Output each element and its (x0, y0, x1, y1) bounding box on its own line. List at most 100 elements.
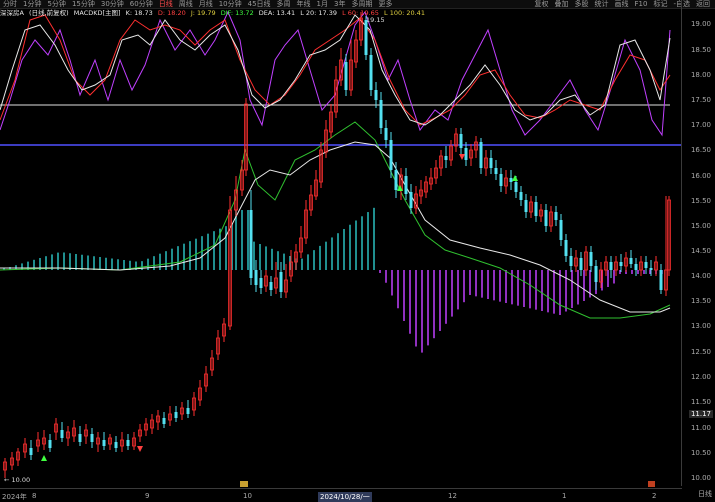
candle-body (126, 440, 130, 446)
y-tick-label: 13.00 (690, 322, 711, 330)
y-tick-label: 12.00 (690, 373, 711, 381)
candle-body (509, 178, 513, 182)
y-tick-label: 13.50 (690, 297, 711, 305)
j-value: J: 19.79 (190, 9, 216, 17)
period-tab-5[interactable]: 60分钟 (127, 0, 156, 8)
period-tab-2[interactable]: 5分钟 (44, 0, 68, 8)
macd-dea-line (0, 141, 671, 313)
x-tick-label: 10 (243, 492, 252, 500)
candle-body (374, 90, 378, 100)
k-value: K: 18.73 (125, 9, 153, 17)
y-tick-label: 18.50 (690, 46, 711, 54)
x-tick-label: 12 (448, 492, 457, 500)
d-value: D: 18.20 (157, 9, 186, 17)
candle-body (259, 278, 263, 288)
candle-body (579, 258, 583, 270)
candle-body (60, 430, 64, 438)
candle-body (459, 134, 463, 148)
candle-body (659, 270, 663, 290)
toolbar-right-item-1[interactable]: 叠加 (552, 0, 572, 8)
sell-signal-icon (459, 154, 465, 160)
candle-body (384, 128, 388, 140)
period-tab-0[interactable]: 分时 (0, 0, 20, 8)
period-tab-9[interactable]: 10分钟 (216, 0, 245, 8)
period-tab-6[interactable]: 日线 (156, 0, 176, 8)
sell-signal-icon (137, 446, 143, 452)
period-tab-11[interactable]: 多周 (274, 0, 294, 8)
period-tab-13[interactable]: 1月 (314, 0, 331, 8)
dea-value: DEA: 13.41 (258, 9, 296, 17)
buy-signal-icon (512, 175, 518, 181)
day-period-button[interactable]: 日线 (698, 489, 712, 499)
stock-name[interactable]: 深深房A (0, 9, 24, 17)
indicator-info-bar: 深深房A (日线,前复权) MACDKD[主图] K: 18.73 D: 18.… (0, 8, 428, 18)
x-tick-label: 2024年 (2, 493, 27, 501)
period-tab-3[interactable]: 15分钟 (69, 0, 98, 8)
x-tick-label: 8 (32, 492, 37, 500)
time-axis[interactable]: 2024年 8 9 10 2024/10/28/一 12 1 2 (0, 488, 682, 502)
candle-body (162, 418, 166, 424)
candle-body (29, 448, 33, 455)
buy-signal-icon (41, 455, 47, 461)
candle-body (644, 262, 648, 268)
candle-body (569, 256, 573, 266)
period-tab-15[interactable]: 多周期 (348, 0, 375, 8)
y-tick-label: 15.50 (690, 197, 711, 205)
kdj-j-line (0, 10, 671, 137)
candle-body (186, 408, 190, 414)
candle-body (534, 202, 538, 216)
period-tab-16[interactable]: 更多 (375, 0, 395, 8)
y-tick-label: 14.00 (690, 272, 711, 280)
candle-body (344, 62, 348, 90)
toolbar-right-item-0[interactable]: 复权 (532, 0, 552, 8)
y-tick-label: 14.50 (690, 247, 711, 255)
period-tab-12[interactable]: 年线 (294, 0, 314, 8)
l100-value: L 100: 20.41 (384, 9, 425, 17)
candle-body (479, 142, 483, 168)
main-chart[interactable] (0, 0, 682, 488)
indicator-name[interactable]: MACDKD[主图] (74, 9, 121, 17)
period-tab-8[interactable]: 月线 (196, 0, 216, 8)
candle-body (364, 20, 368, 55)
candle-body (369, 55, 373, 90)
candle-body (102, 440, 106, 446)
period-tab-4[interactable]: 30分钟 (98, 0, 127, 8)
toolbar-right-item-2[interactable]: 多股 (572, 0, 592, 8)
toolbar-right-item-5[interactable]: F10 (632, 0, 651, 8)
period-tab-10[interactable]: 45日线 (245, 0, 274, 8)
candle-body (444, 156, 448, 160)
candle-body (629, 258, 633, 264)
candle-body (489, 158, 493, 168)
candle-body (249, 210, 253, 278)
toolbar-right-item-6[interactable]: 标记 (650, 0, 670, 8)
candle-body (519, 192, 523, 200)
candle-body (389, 140, 393, 170)
candle-body (90, 434, 94, 442)
dif-value: DIF: 13.72 (220, 9, 254, 17)
candle-body (564, 240, 568, 256)
y-tick-label: 19.00 (690, 20, 711, 28)
toolbar-right-item-3[interactable]: 统计 (592, 0, 612, 8)
kdj-k-line (0, 14, 671, 126)
x-tick-label: 2 (652, 492, 657, 500)
toolbar-right-item-4[interactable]: 画线 (612, 0, 632, 8)
candle-body (544, 210, 548, 226)
candle-body (609, 262, 613, 270)
x-tick-label: 2024/10/28/一 (318, 492, 372, 502)
candle-body (494, 168, 498, 174)
candle-body (649, 268, 653, 270)
candle-body (514, 182, 518, 192)
candle-body (594, 266, 598, 282)
period-tab-7[interactable]: 周线 (176, 0, 196, 8)
y-tick-label: 10.50 (690, 449, 711, 457)
y-tick-label: 16.00 (690, 172, 711, 180)
period-tab-1[interactable]: 1分钟 (20, 0, 44, 8)
y-tick-label: 17.50 (690, 96, 711, 104)
candle-body (559, 220, 563, 240)
macd-dif-line (0, 121, 671, 319)
y-tick-label: 16.50 (690, 146, 711, 154)
period-tab-14[interactable]: 3年 (331, 0, 348, 8)
candle-body (114, 442, 118, 448)
candle-body (554, 212, 558, 220)
candle-body (499, 174, 503, 186)
